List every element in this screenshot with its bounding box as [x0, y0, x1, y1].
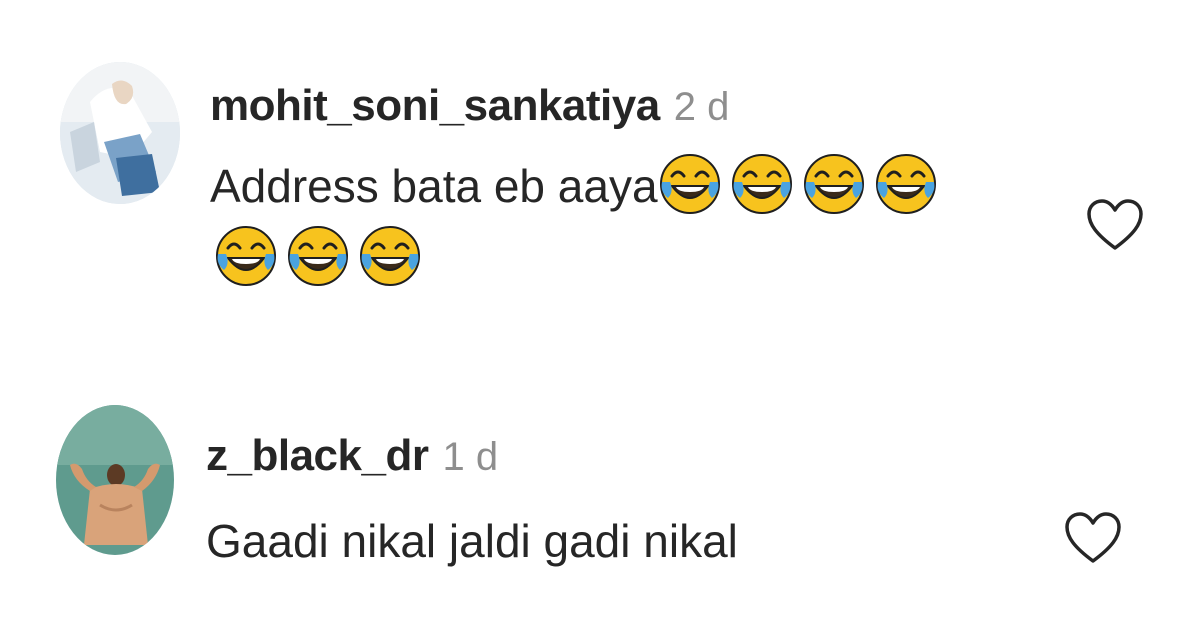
- face-with-tears-of-joy-icon: [286, 224, 350, 288]
- face-with-tears-of-joy-icon: [214, 224, 278, 288]
- comment-text: Gaadi nikal jaldi gadi nikal: [206, 505, 738, 577]
- face-with-tears-of-joy-icon: [358, 224, 422, 288]
- heart-outline-icon[interactable]: [1064, 511, 1122, 565]
- face-with-tears-of-joy-icon: [658, 152, 722, 216]
- face-with-tears-of-joy-icon: [802, 152, 866, 216]
- comment-username[interactable]: z_black_dr: [206, 431, 429, 480]
- comment-text: Address bata eb aaya: [210, 150, 1030, 294]
- heart-outline-icon[interactable]: [1086, 198, 1144, 252]
- avatar[interactable]: [60, 62, 180, 204]
- comment-header: z_black_dr 1 d: [206, 434, 498, 478]
- avatar[interactable]: [56, 405, 174, 555]
- comment-username[interactable]: mohit_soni_sankatiya: [210, 81, 660, 130]
- comment-text-content: Gaadi nikal jaldi gadi nikal: [206, 515, 738, 567]
- face-with-tears-of-joy-icon: [730, 152, 794, 216]
- comment-timestamp[interactable]: 1 d: [442, 435, 498, 479]
- comment-timestamp[interactable]: 2 d: [674, 85, 730, 129]
- face-with-tears-of-joy-icon: [874, 152, 938, 216]
- comment-emoji-line: [214, 222, 1030, 294]
- comments-panel: mohit_soni_sankatiya 2 d Address bata eb …: [0, 0, 1200, 628]
- comment-text-content: Address bata eb aaya: [210, 160, 658, 212]
- comment-header: mohit_soni_sankatiya 2 d: [210, 84, 729, 128]
